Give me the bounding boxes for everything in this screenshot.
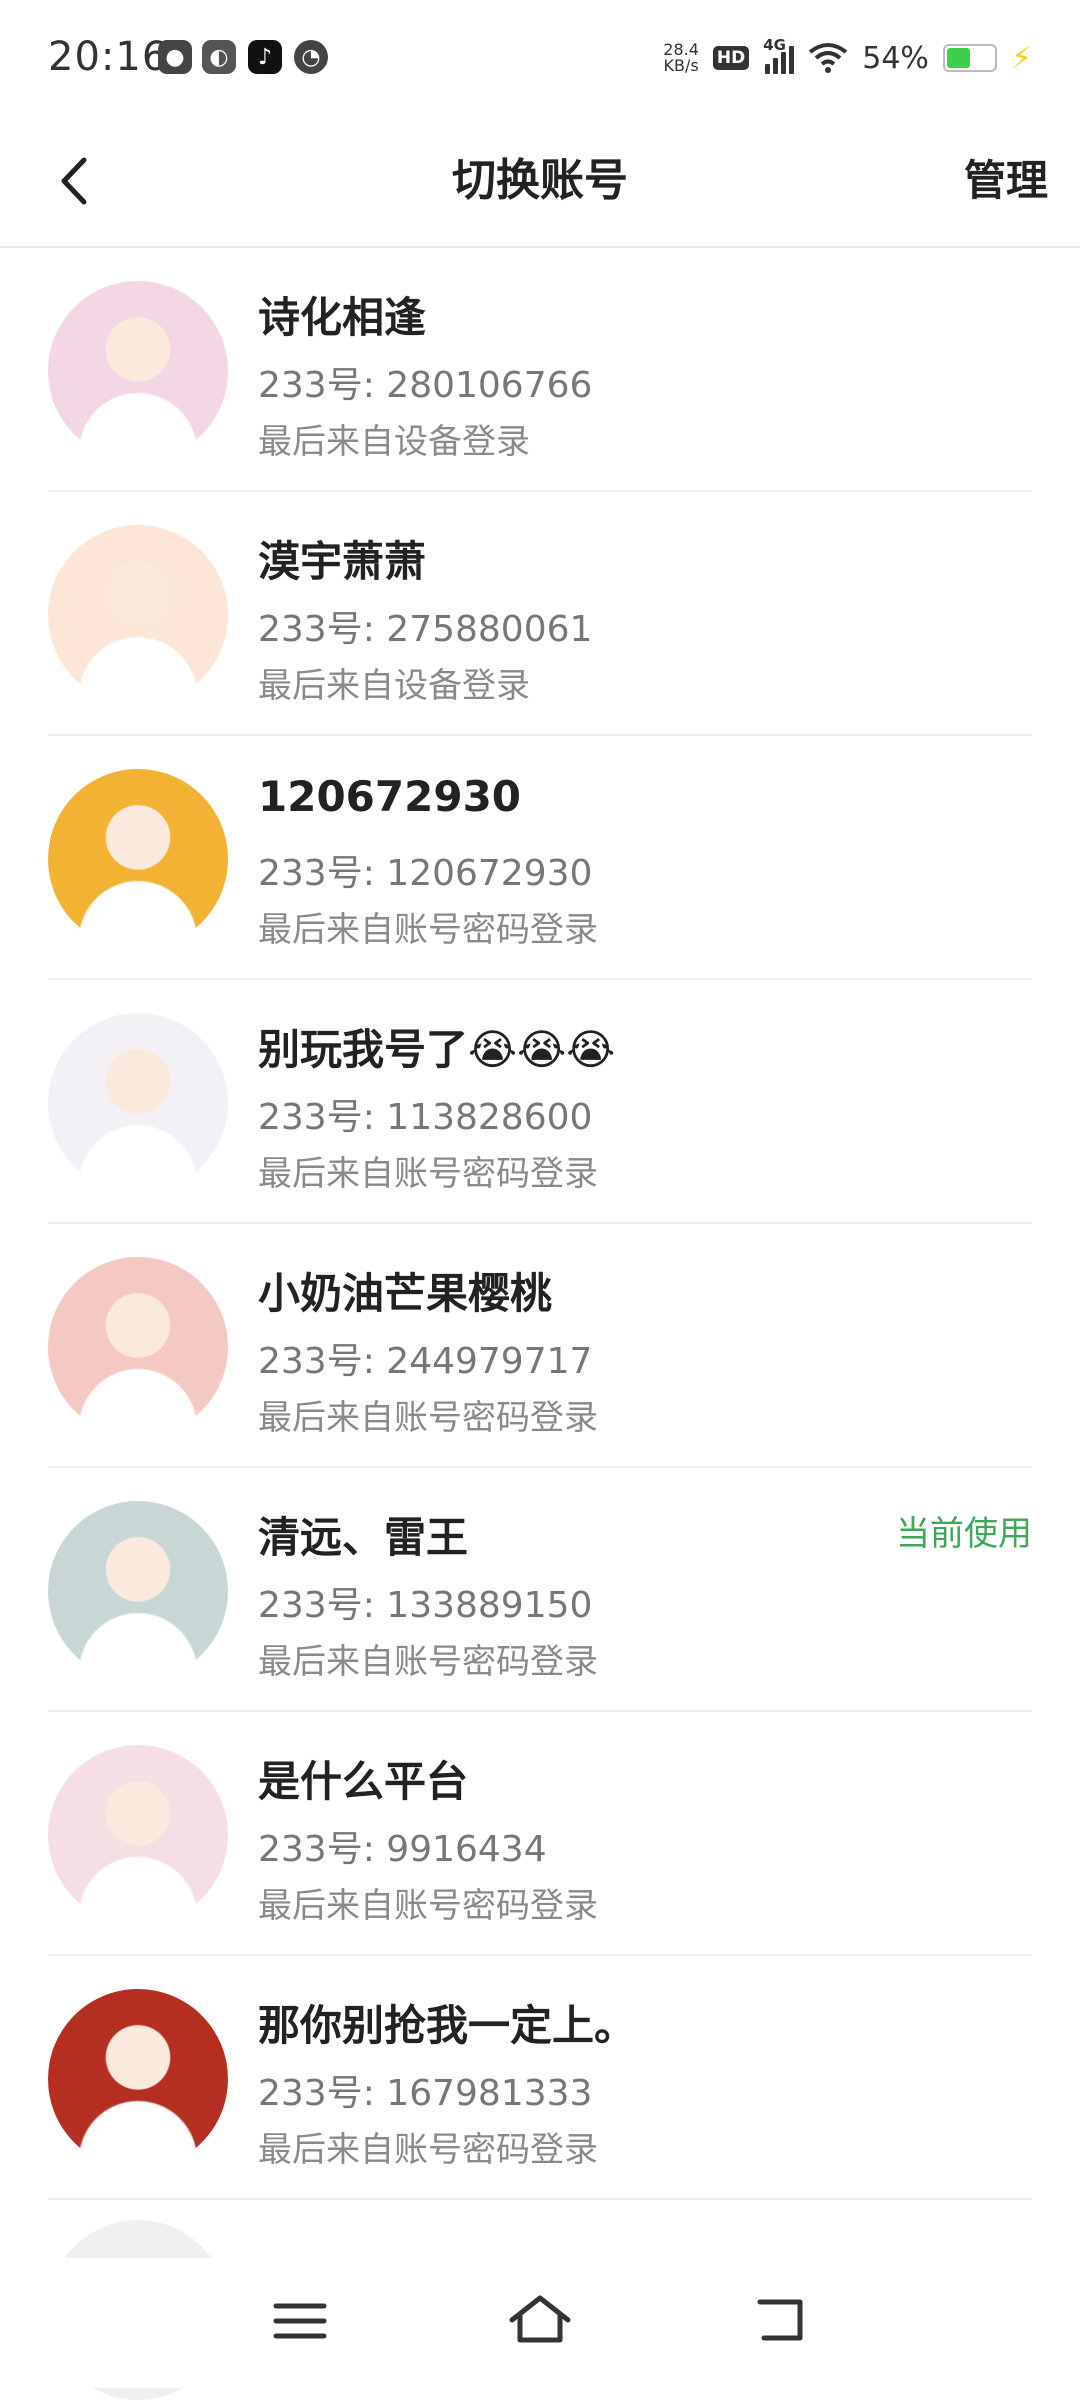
avatar bbox=[48, 525, 228, 705]
avatar bbox=[48, 1501, 228, 1681]
login-source: 最后来自账号密码登录 bbox=[258, 2130, 598, 2170]
avatar bbox=[48, 1745, 228, 1925]
menu-icon bbox=[273, 2303, 327, 2339]
battery-fill bbox=[946, 48, 970, 68]
avatar bbox=[48, 1013, 228, 1193]
account-name: 那你别抢我一定上。 bbox=[258, 2001, 637, 2050]
status-time: 20:16 bbox=[48, 34, 169, 80]
battery-percent: 54% bbox=[862, 40, 929, 76]
account-id: 233号: 133889150 bbox=[258, 1585, 593, 1626]
charging-icon: ⚡ bbox=[1010, 40, 1032, 76]
login-source: 最后来自账号密码登录 bbox=[258, 1886, 598, 1926]
avatar bbox=[48, 1257, 228, 1437]
menu-button[interactable] bbox=[260, 2286, 340, 2356]
avatar bbox=[48, 1989, 228, 2169]
avatar bbox=[48, 281, 228, 461]
net-speed: 28.4 KB/s bbox=[663, 42, 699, 74]
compass-app-icon: ◔ bbox=[294, 40, 328, 74]
login-source: 最后来自账号密码登录 bbox=[258, 910, 598, 950]
account-id: 233号: 9916434 bbox=[258, 1829, 547, 1870]
home-icon bbox=[509, 2295, 571, 2343]
network-type: 4G bbox=[763, 36, 786, 54]
account-name: 漠宇萧萧 bbox=[258, 537, 427, 586]
qq-icon: ● bbox=[158, 40, 192, 74]
navigation-bar bbox=[0, 2258, 1080, 2388]
net-speed-unit: KB/s bbox=[663, 56, 699, 75]
header: 切换账号 管理 bbox=[0, 118, 1080, 248]
account-id: 233号: 120672930 bbox=[258, 853, 593, 894]
signal-icon: 4G bbox=[763, 36, 795, 74]
page-title: 切换账号 bbox=[452, 155, 628, 206]
account-row[interactable]: 漠宇萧萧 233号: 275880061 最后来自设备登录 bbox=[48, 492, 1032, 736]
account-row[interactable]: 是什么平台 233号: 9916434 最后来自账号密码登录 bbox=[48, 1712, 1032, 1956]
battery-icon bbox=[942, 44, 997, 72]
login-source: 最后来自账号密码登录 bbox=[258, 1154, 598, 1194]
account-id: 233号: 275880061 bbox=[258, 609, 593, 650]
account-name: 小奶油芒果樱桃 bbox=[258, 1269, 553, 1318]
account-id: 233号: 280106766 bbox=[258, 365, 593, 406]
account-row[interactable]: 诗化相逢 233号: 280106766 最后来自设备登录 bbox=[48, 248, 1032, 492]
account-name: 清远、雷王 bbox=[258, 1513, 469, 1562]
status-right: 28.4 KB/s HD 4G 54% ⚡ bbox=[663, 36, 1032, 80]
tiktok-icon: ♪ bbox=[248, 40, 282, 74]
account-row[interactable]: 那你别抢我一定上。 233号: 167981333 最后来自账号密码登录 bbox=[48, 1956, 1032, 2200]
hd-badge: HD bbox=[712, 46, 750, 70]
login-source: 最后来自账号密码登录 bbox=[258, 1642, 598, 1682]
account-row[interactable]: 别玩我号了😭😭😭 233号: 113828600 最后来自账号密码登录 bbox=[48, 980, 1032, 1224]
avatar bbox=[48, 769, 228, 949]
login-source: 最后来自设备登录 bbox=[258, 422, 530, 462]
login-source: 最后来自账号密码登录 bbox=[258, 1398, 598, 1438]
home-button[interactable] bbox=[500, 2286, 580, 2356]
back-return-icon bbox=[757, 2299, 803, 2341]
account-name: 别玩我号了😭😭😭 bbox=[258, 1025, 616, 1074]
account-id: 233号: 244979717 bbox=[258, 1341, 593, 1382]
account-name: 120672930 bbox=[258, 772, 522, 821]
account-row[interactable]: 清远、雷王 233号: 133889150 最后来自账号密码登录 当前使用 bbox=[48, 1468, 1032, 1712]
status-bar: 20:16 ● ◐ ♪ ◔ 28.4 KB/s HD 4G 54% ⚡ bbox=[0, 0, 1080, 118]
wifi-icon bbox=[809, 43, 848, 73]
account-id: 233号: 113828600 bbox=[258, 1097, 593, 1138]
manage-button[interactable]: 管理 bbox=[964, 146, 1048, 216]
account-row[interactable]: 120672930 233号: 120672930 最后来自账号密码登录 bbox=[48, 736, 1032, 980]
login-source: 最后来自设备登录 bbox=[258, 666, 530, 706]
wechat-icon: ◐ bbox=[202, 40, 236, 74]
account-name: 诗化相逢 bbox=[258, 293, 427, 342]
account-name: 是什么平台 bbox=[258, 1757, 469, 1806]
back-nav-button[interactable] bbox=[740, 2286, 820, 2356]
account-row[interactable]: 小奶油芒果樱桃 233号: 244979717 最后来自账号密码登录 bbox=[48, 1224, 1032, 1468]
account-id: 233号: 167981333 bbox=[258, 2073, 593, 2114]
account-list: 诗化相逢 233号: 280106766 最后来自设备登录 漠宇萧萧 233号: 275… bbox=[48, 248, 1032, 2200]
current-account-badge: 当前使用 bbox=[896, 1514, 1032, 1554]
